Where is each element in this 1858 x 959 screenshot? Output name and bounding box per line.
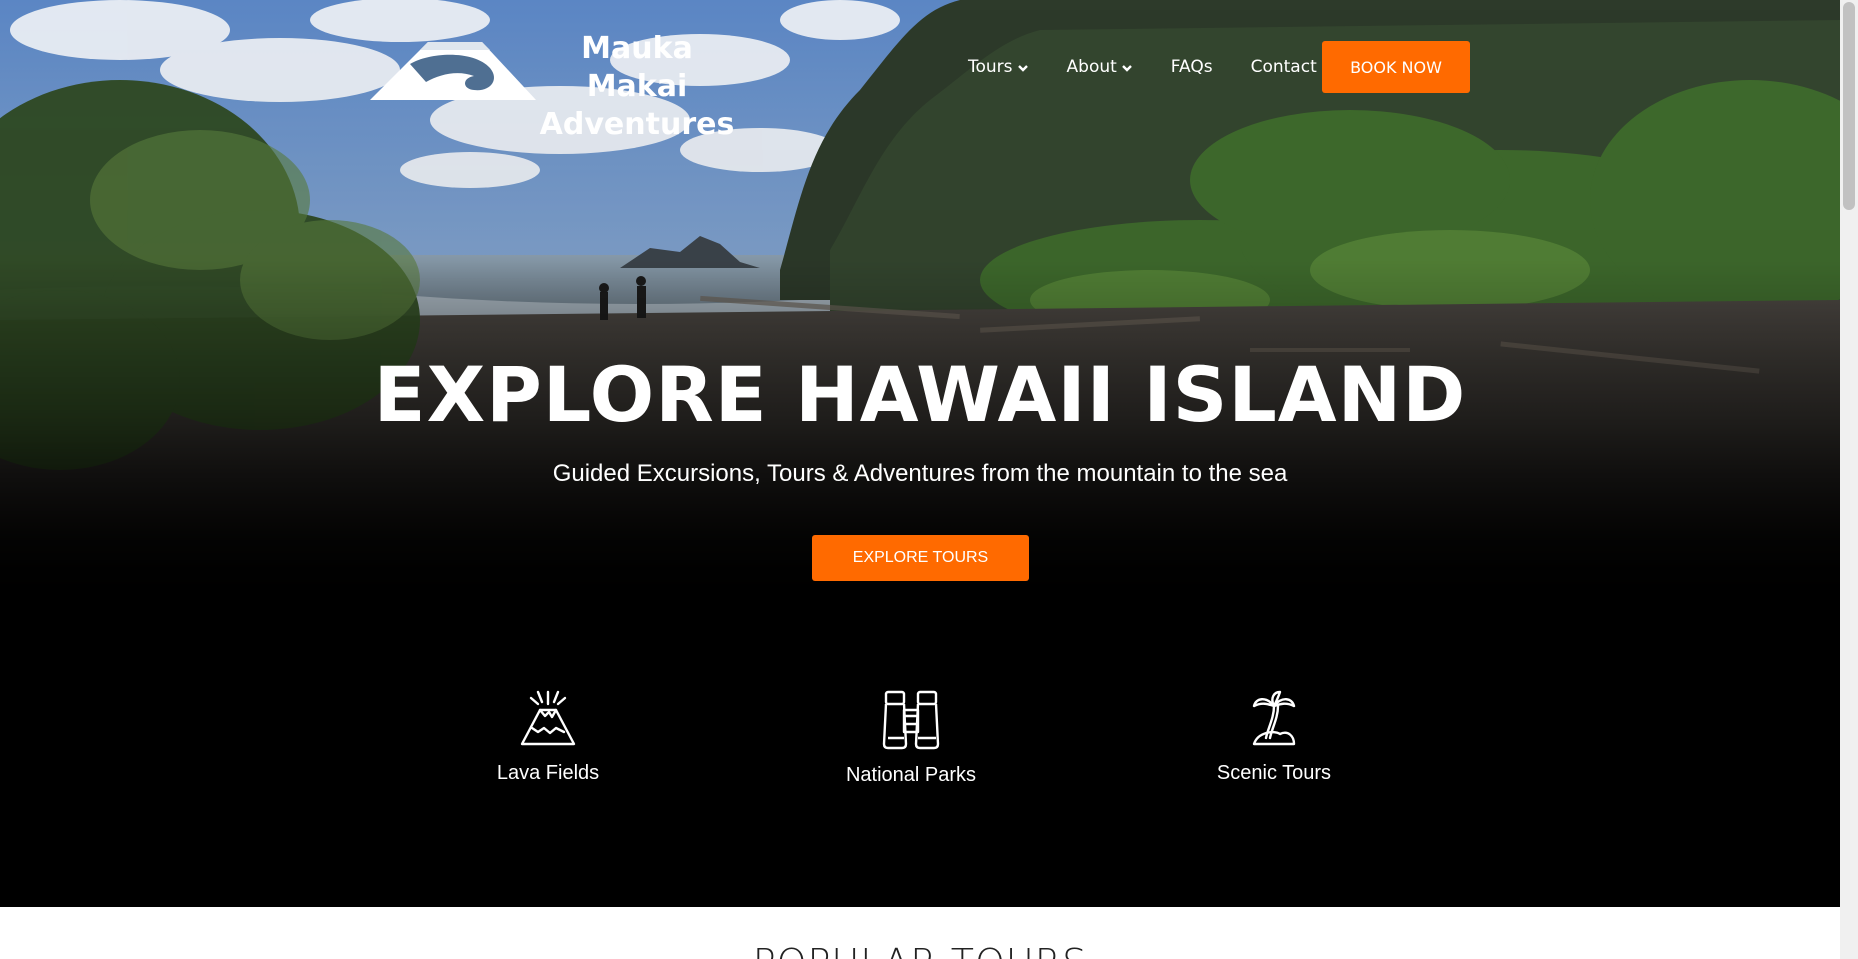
book-now-button[interactable]: BOOK NOW xyxy=(1322,41,1470,93)
chevron-down-icon xyxy=(1121,65,1132,72)
volcano-icon xyxy=(520,690,576,746)
feature-label-scenic-tours: Scenic Tours xyxy=(1216,762,1332,784)
site-logo[interactable]: Mauka Makai Adventures xyxy=(370,28,740,142)
nav-item-about[interactable]: About xyxy=(1067,57,1133,77)
hero-section: Mauka Makai Adventures Tours About FAQs … xyxy=(0,0,1840,907)
feature-scenic-tours[interactable]: Scenic Tours xyxy=(1154,688,1394,785)
nav-item-tours-label: Tours xyxy=(968,57,1013,77)
popular-tours-section: POPULAR TOURS xyxy=(0,907,1840,959)
feature-label-national-parks: National Parks xyxy=(845,764,977,786)
nav-item-faqs[interactable]: FAQs xyxy=(1171,57,1213,77)
palm-island-icon xyxy=(1252,690,1296,746)
chevron-down-icon xyxy=(1017,65,1028,72)
popular-tours-heading: POPULAR TOURS xyxy=(0,941,1840,959)
brand-name-line1: Mauka Makai xyxy=(581,31,693,104)
feature-lava-fields[interactable]: Lava Fields xyxy=(428,688,668,785)
feature-national-parks[interactable]: National Parks xyxy=(791,688,1031,787)
mountain-wave-logo-icon xyxy=(370,42,536,100)
nav-item-about-label: About xyxy=(1066,57,1117,77)
nav-item-contact[interactable]: Contact xyxy=(1251,57,1317,77)
page-viewport: Mauka Makai Adventures Tours About FAQs … xyxy=(0,0,1840,959)
hero-title: EXPLORE HAWAII ISLAND xyxy=(373,350,1467,439)
brand-name-line2: Adventures xyxy=(539,107,735,142)
scrollbar-thumb[interactable] xyxy=(1843,2,1855,210)
binoculars-icon xyxy=(882,690,940,750)
nav-item-tours[interactable]: Tours xyxy=(968,57,1029,77)
nav-item-contact-label: Contact xyxy=(1250,57,1317,77)
hero-subtitle: Guided Excursions, Tours & Adventures fr… xyxy=(552,460,1288,487)
main-nav: Tours About FAQs Contact xyxy=(968,40,1355,94)
nav-item-faqs-label: FAQs xyxy=(1170,57,1213,77)
feature-label-lava-fields: Lava Fields xyxy=(496,762,600,784)
brand-name: Mauka Makai Adventures xyxy=(532,30,742,144)
vertical-scrollbar[interactable] xyxy=(1840,0,1858,959)
explore-tours-button[interactable]: EXPLORE TOURS xyxy=(812,535,1029,581)
